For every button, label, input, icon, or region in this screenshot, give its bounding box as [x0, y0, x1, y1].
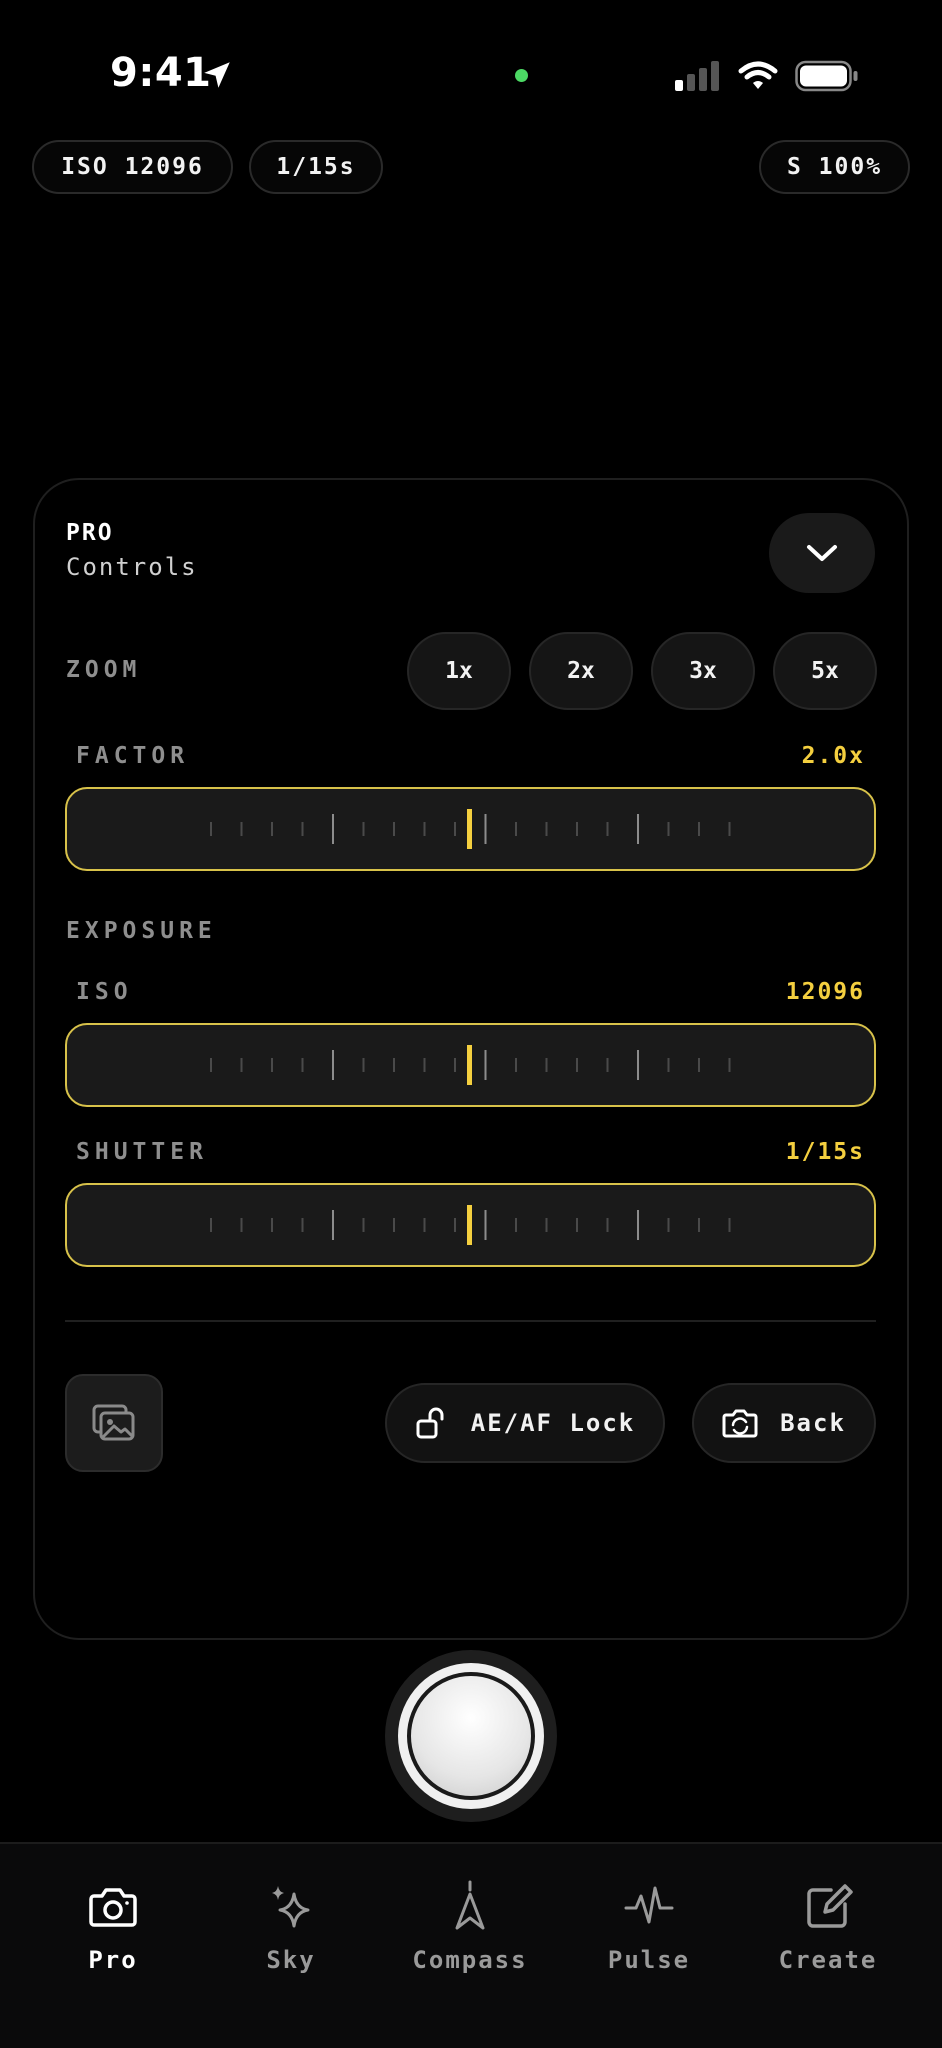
camera-in-use-indicator: [515, 69, 528, 82]
exposure-section-label: EXPOSURE: [66, 918, 217, 944]
back-label: Back: [780, 1409, 846, 1437]
shutter-slider-ticks: [210, 1205, 731, 1245]
factor-value: 2.0x: [801, 743, 865, 769]
zoom-2x-button[interactable]: 2x: [529, 632, 633, 710]
shutter-label: SHUTTER: [76, 1139, 208, 1165]
collapse-panel-button[interactable]: [769, 513, 875, 593]
tab-sky-label: Sky: [266, 1946, 316, 1974]
tab-pulse[interactable]: Pulse: [559, 1880, 739, 2000]
panel-title-controls: Controls: [66, 553, 198, 581]
factor-label: FACTOR: [76, 743, 190, 769]
shutter-core: [407, 1672, 535, 1800]
iso-pill[interactable]: ISO 12096: [32, 140, 233, 194]
gallery-button[interactable]: [65, 1374, 163, 1472]
slider-indicator: [467, 809, 472, 849]
battery-icon: [795, 60, 858, 92]
shutter-ring: [398, 1663, 544, 1809]
zoom-1x-button[interactable]: 1x: [407, 632, 511, 710]
shutter-pill[interactable]: 1/15s: [249, 140, 383, 194]
shutter-value: 1/15s: [785, 1139, 865, 1165]
zoom-5x-button[interactable]: 5x: [773, 632, 877, 710]
tab-compass-label: Compass: [412, 1946, 528, 1974]
iso-value: 12096: [785, 979, 865, 1005]
iso-slider-ticks: [210, 1045, 731, 1085]
status-time: 9:41: [110, 50, 212, 96]
tab-create-label: Create: [778, 1946, 878, 1974]
edit-icon: [807, 1884, 853, 1928]
photo-gallery-icon: [92, 1404, 135, 1441]
stabilization-pill[interactable]: S 100%: [759, 140, 910, 194]
compass-icon: [455, 1880, 485, 1930]
tab-pro-label: Pro: [88, 1946, 138, 1974]
zoom-3x-button[interactable]: 3x: [651, 632, 755, 710]
tab-create[interactable]: Create: [738, 1880, 918, 2000]
unlock-icon: [416, 1407, 444, 1439]
location-arrow-icon: [204, 62, 230, 88]
tab-compass[interactable]: Compass: [380, 1880, 560, 2000]
shutter-button[interactable]: [385, 1650, 557, 1822]
tab-pulse-label: Pulse: [607, 1946, 691, 1974]
chevron-down-icon: [807, 545, 837, 561]
wifi-icon: [738, 61, 778, 89]
shutter-slider[interactable]: [65, 1183, 876, 1267]
panel-title-pro: PRO: [66, 520, 114, 546]
slider-indicator: [467, 1045, 472, 1085]
ae-af-lock-button[interactable]: AE/AF Lock: [385, 1383, 665, 1463]
tab-sky[interactable]: Sky: [201, 1880, 381, 2000]
back-camera-button[interactable]: Back: [692, 1383, 876, 1463]
camera-icon: [89, 1888, 137, 1927]
slider-indicator: [467, 1205, 472, 1245]
iso-slider[interactable]: [65, 1023, 876, 1107]
cellular-signal-icon: [675, 61, 719, 91]
factor-slider-ticks: [210, 809, 731, 849]
tab-pro[interactable]: Pro: [23, 1880, 203, 2000]
panel-divider: [65, 1320, 876, 1322]
factor-slider[interactable]: [65, 787, 876, 871]
iso-label: ISO: [76, 979, 133, 1005]
ae-af-lock-label: AE/AF Lock: [470, 1409, 636, 1437]
sparkle-icon: [272, 1886, 310, 1928]
zoom-label: ZOOM: [66, 657, 142, 683]
pulse-icon: [624, 1886, 674, 1924]
camera-flip-icon: [722, 1409, 758, 1438]
